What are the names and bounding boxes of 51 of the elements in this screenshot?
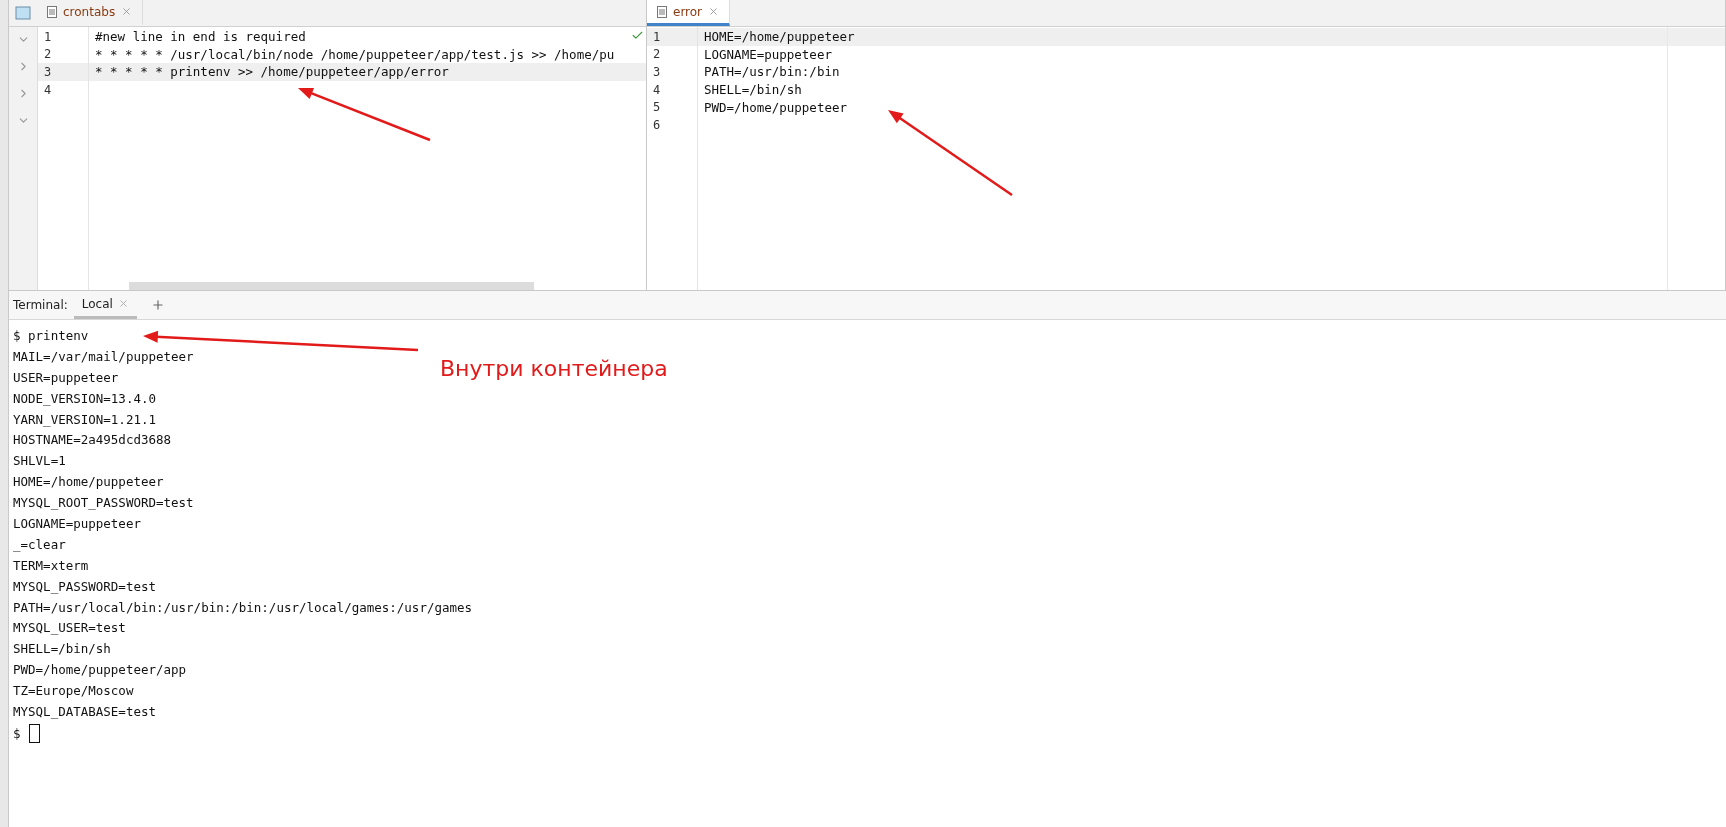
text-cursor <box>28 723 40 743</box>
terminal-line: MAIL=/var/mail/puppeteer <box>13 347 194 366</box>
close-icon[interactable] <box>117 298 129 309</box>
terminal-line: TZ=Europe/Moscow <box>13 682 134 701</box>
code-line: HOME=/home/puppeteer <box>703 29 855 45</box>
line-number-row-text: 2 <box>652 46 662 64</box>
line-number-row-text: 5 <box>652 99 662 116</box>
code-line: #new line in end is required <box>94 29 306 45</box>
close-icon[interactable] <box>708 6 720 17</box>
add-tab-button[interactable] <box>150 298 165 312</box>
annotation-text: Внутри контейнера <box>440 356 668 381</box>
code-line: PWD=/home/puppeteer <box>703 99 847 115</box>
close-icon[interactable] <box>121 6 133 17</box>
code-line: PATH=/usr/bin:/bin <box>703 64 840 80</box>
terminal-line: NODE_VERSION=13.4.0 <box>13 389 156 408</box>
terminal-line: MYSQL_DATABASE=test <box>13 703 156 722</box>
code-line: LOGNAME=puppeteer <box>703 46 832 62</box>
terminal-line: YARN_VERSION=1.21.1 <box>13 410 156 429</box>
code-line: SHELL=/bin/sh <box>703 82 802 98</box>
line-number-row: 3 <box>38 63 88 81</box>
line-number-row-text: 3 <box>652 64 662 81</box>
terminal-line: HOME=/home/puppeteer <box>13 473 164 492</box>
file-icon <box>47 5 57 18</box>
terminal-line: HOSTNAME=2a495dcd3688 <box>13 431 172 450</box>
terminal-line: MYSQL_USER=test <box>13 619 126 638</box>
horizontal-scrollbar[interactable] <box>129 282 534 290</box>
terminal-line: $ printenv <box>13 327 89 345</box>
terminal-line: SHLVL=1 <box>13 452 66 471</box>
terminal-line: PATH=/usr/local/bin:/usr/bin:/bin:/usr/local/games:/usr/games <box>13 598 473 617</box>
line-number-row-text: 2 <box>43 46 53 64</box>
project-view-button[interactable] <box>15 6 31 20</box>
code-line: * * * * * printenv >> /home/puppeteer/app/error <box>94 64 449 80</box>
line-number-row: 1 <box>647 28 697 46</box>
terminal-tab[interactable]: Local <box>73 291 137 319</box>
line-number-row-text: 1 <box>43 28 53 46</box>
terminal-title: Terminal: <box>13 298 68 312</box>
line-number-row-text: 6 <box>652 116 662 134</box>
terminal-line: MYSQL_ROOT_PASSWORD=test <box>13 494 194 513</box>
code-line: * * * * * /usr/local/bin/node /home/puppeteer/app/test.js >> /home/pu <box>94 46 615 62</box>
line-number-row-text: 4 <box>43 81 53 99</box>
terminal-line: SHELL=/bin/sh <box>13 640 111 659</box>
file-icon <box>657 5 667 18</box>
terminal-line: _=clear <box>13 535 66 554</box>
terminal-prompt: $ <box>13 725 21 741</box>
terminal-line: LOGNAME=puppeteer <box>13 515 141 533</box>
editor-tab[interactable]: error <box>647 0 731 26</box>
terminal-line: PWD=/home/puppeteer/app <box>13 661 187 680</box>
terminal-line: MYSQL_PASSWORD=test <box>13 577 156 596</box>
line-number-row-text: 4 <box>652 81 662 99</box>
terminal-line: USER=puppeteer <box>13 368 119 387</box>
terminal-line: TERM=xterm <box>13 556 89 575</box>
